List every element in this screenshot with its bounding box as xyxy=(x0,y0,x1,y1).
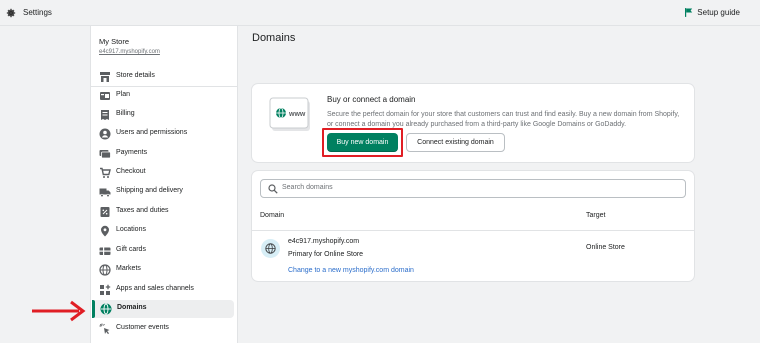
sidebar-item-label: Apps and sales channels xyxy=(116,285,194,292)
sidebar-item-label: Plan xyxy=(116,91,131,98)
search-domains-input[interactable]: Search domains xyxy=(260,179,686,198)
table-divider xyxy=(252,230,694,231)
sidebar-item-domains[interactable]: Domains xyxy=(92,300,234,318)
sidebar-item-gift-cards[interactable]: Gift cards xyxy=(91,242,235,260)
settings-title: Settings xyxy=(23,8,52,17)
active-indicator xyxy=(92,300,95,318)
sidebar-item-label: Store details xyxy=(116,72,155,79)
change-myshopify-domain-link[interactable]: Change to a new myshopify.com domain xyxy=(288,267,414,274)
www-domain-illustration: www xyxy=(269,97,310,131)
flag-icon xyxy=(685,8,693,17)
column-header-domain: Domain xyxy=(260,212,285,219)
sidebar-item-label: Gift cards xyxy=(116,246,146,253)
sidebar-item-label: Shipping and delivery xyxy=(116,187,183,194)
red-arrow-icon xyxy=(32,300,86,322)
domains-list-card: Search domains Domain Target e4c917.mysh… xyxy=(252,171,694,281)
location-icon xyxy=(101,225,109,237)
sidebar-item-label: Checkout xyxy=(116,168,146,175)
sidebar-item-plan[interactable]: Plan xyxy=(91,87,235,105)
billing-icon xyxy=(101,110,109,120)
sidebar-item-payments[interactable]: Payments xyxy=(91,145,235,163)
connect-existing-domain-button[interactable]: Connect existing domain xyxy=(406,133,505,152)
user-icon xyxy=(99,128,111,140)
truck-icon xyxy=(99,188,111,198)
settings-sidebar: My Store e4c917.myshopify.com Store deta… xyxy=(90,26,238,343)
setup-guide-link[interactable]: Setup guide xyxy=(685,8,740,17)
sidebar-item-taxes-and-duties[interactable]: Taxes and duties xyxy=(91,203,235,221)
store-icon xyxy=(100,72,110,82)
svg-text:www: www xyxy=(288,111,306,118)
globe-icon xyxy=(265,243,276,254)
store-domain-link[interactable]: e4c917.myshopify.com xyxy=(99,49,160,55)
taxes-icon xyxy=(100,207,110,217)
sidebar-item-customer-events[interactable]: Customer events xyxy=(91,320,235,338)
gear-icon xyxy=(6,8,16,18)
domains-globe-icon xyxy=(100,303,112,315)
column-header-target: Target xyxy=(586,212,606,219)
search-icon xyxy=(268,184,278,194)
sidebar-item-label: Users and permissions xyxy=(116,129,188,136)
sidebar-item-store-details[interactable]: Store details xyxy=(91,68,235,86)
domain-target: Online Store xyxy=(586,244,625,251)
store-name: My Store xyxy=(99,37,130,46)
sidebar-item-label: Taxes and duties xyxy=(116,207,169,214)
sidebar-item-locations[interactable]: Locations xyxy=(91,222,235,240)
sidebar-item-users-and-permissions[interactable]: Users and permissions xyxy=(91,125,235,143)
sidebar-item-label: Domains xyxy=(117,304,147,311)
cart-icon xyxy=(100,167,111,178)
sidebar-item-billing[interactable]: Billing xyxy=(91,106,235,124)
sidebar-item-label: Markets xyxy=(116,265,141,272)
sidebar-item-markets[interactable]: Markets xyxy=(91,261,235,279)
gift-card-icon xyxy=(99,247,111,255)
setup-guide-label[interactable]: Setup guide xyxy=(697,8,740,17)
payments-icon xyxy=(99,150,111,159)
top-bar: Settings Setup guide xyxy=(0,0,760,26)
apps-icon xyxy=(100,284,111,295)
domain-primary-label: Primary for Online Store xyxy=(288,251,364,258)
plan-icon xyxy=(100,92,110,100)
cursor-sparkle-icon xyxy=(99,323,110,335)
sidebar-item-label: Payments xyxy=(116,149,148,156)
globe-icon xyxy=(99,264,111,276)
buy-or-connect-card: www Buy or connect a domain Secure the p… xyxy=(252,84,694,162)
card-description: Secure the perfect domain for your store… xyxy=(327,111,680,128)
page-title: Domains xyxy=(252,32,296,44)
sidebar-item-shipping-and-delivery[interactable]: Shipping and delivery xyxy=(91,183,235,201)
buy-new-domain-button[interactable]: Buy new domain xyxy=(327,133,398,152)
sidebar-item-label: Billing xyxy=(116,110,135,117)
sidebar-item-checkout[interactable]: Checkout xyxy=(91,164,235,182)
search-placeholder: Search domains xyxy=(282,184,333,191)
sidebar-item-apps-and-sales-channels[interactable]: Apps and sales channels xyxy=(91,281,235,299)
store-info: My Store e4c917.myshopify.com xyxy=(99,37,160,55)
domain-name[interactable]: e4c917.myshopify.com xyxy=(288,238,359,245)
domain-avatar xyxy=(261,239,280,258)
card-heading: Buy or connect a domain xyxy=(327,95,416,104)
sidebar-item-label: Customer events xyxy=(116,324,169,331)
sidebar-item-label: Locations xyxy=(116,226,146,233)
